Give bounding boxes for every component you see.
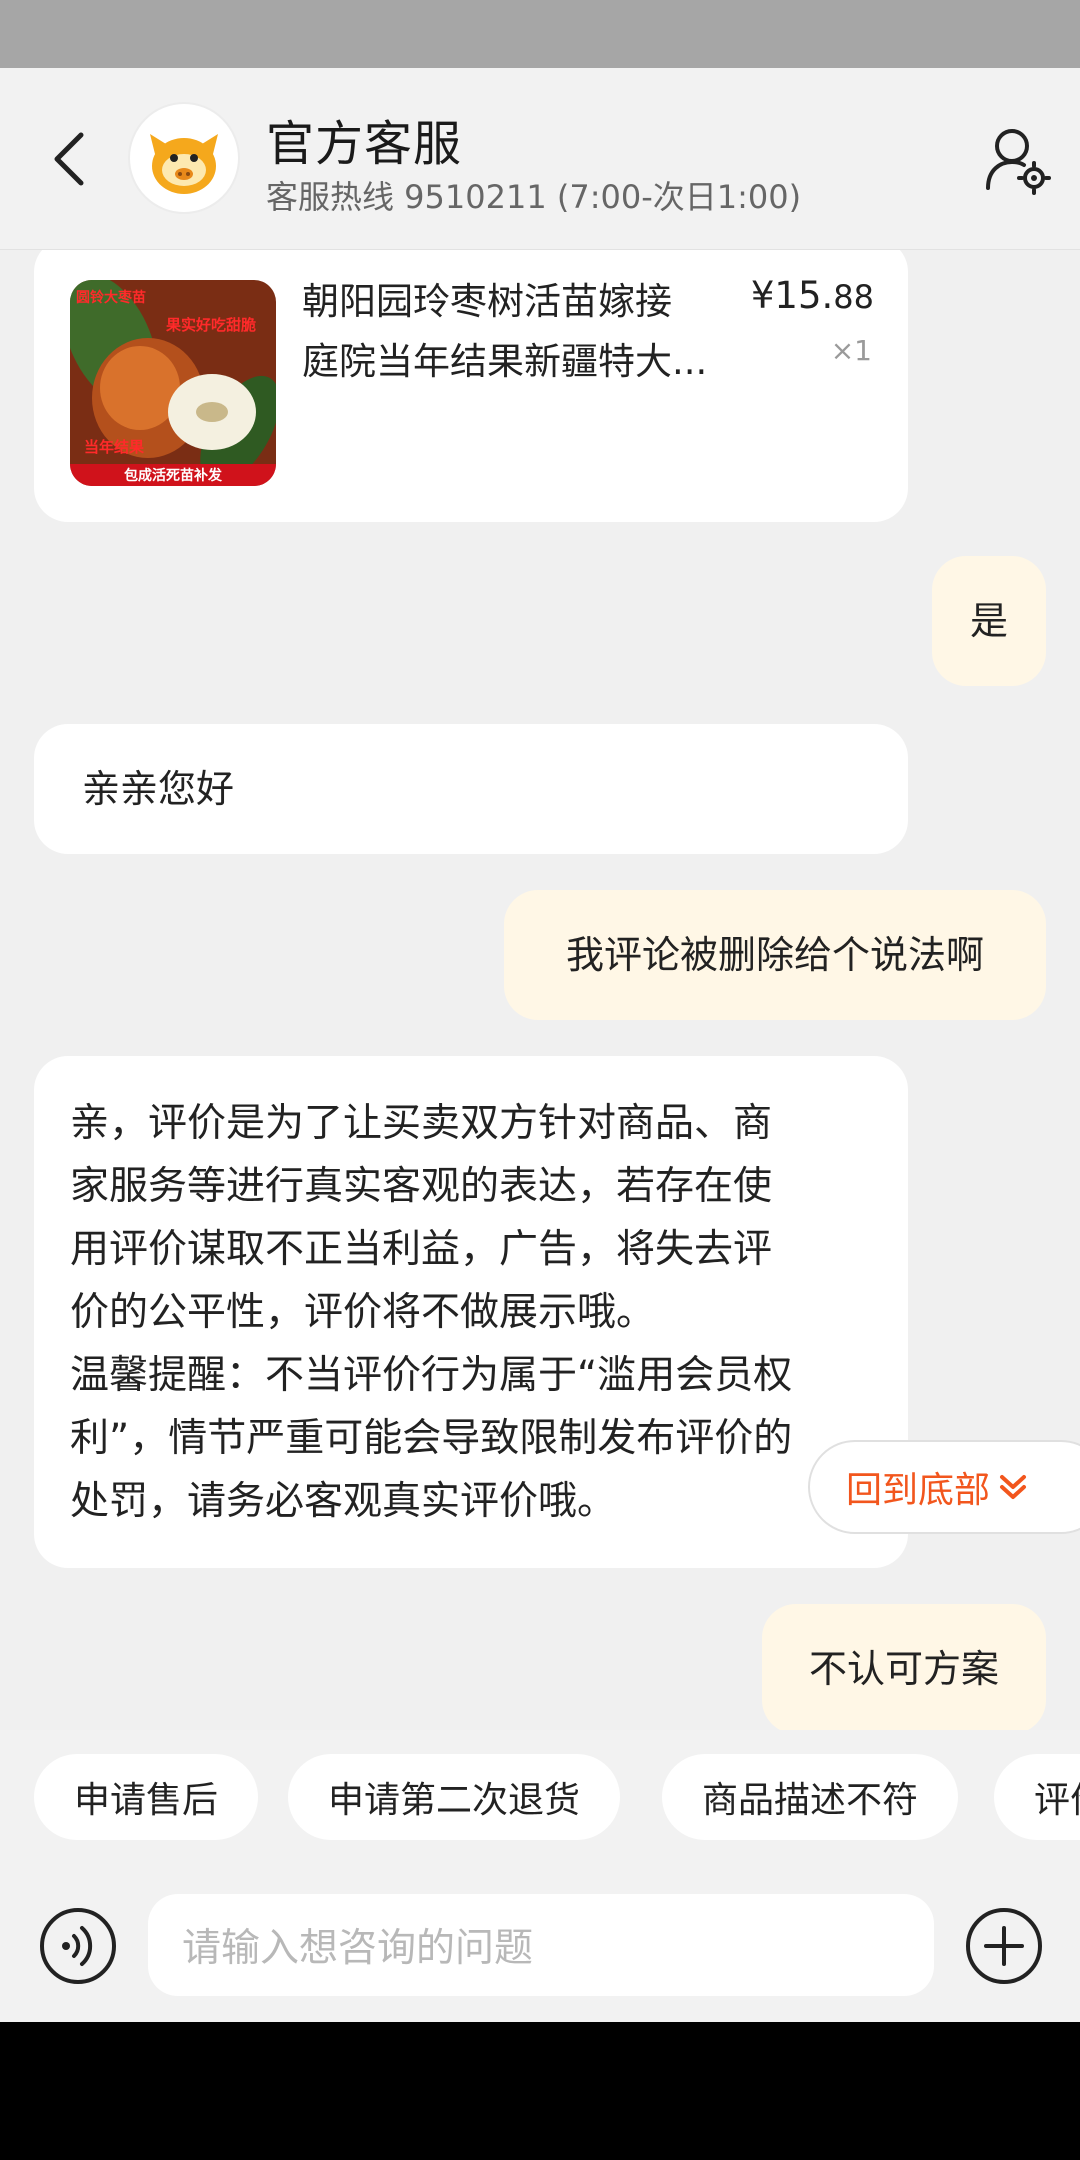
quick-reply-description-mismatch[interactable]: 商品描述不符: [662, 1754, 959, 1840]
quick-reply-after-sales[interactable]: 申请售后: [34, 1754, 259, 1840]
quick-reply-bar: 申请售后 申请第二次退货 商品描述不符 评价: [0, 1730, 1080, 1854]
voice-button[interactable]: [38, 1906, 118, 1986]
svg-text:圆铃大枣苗: 圆铃大枣苗: [76, 289, 146, 306]
svg-text:包成活死苗补发: 包成活死苗补发: [124, 467, 223, 484]
message-bubble-mine[interactable]: 是: [932, 556, 1046, 686]
user-settings-button[interactable]: [984, 124, 1052, 196]
add-button[interactable]: [964, 1906, 1044, 1986]
message-bubble-theirs[interactable]: 亲亲您好: [34, 724, 908, 854]
quick-reply-second-return[interactable]: 申请第二次退货: [288, 1754, 621, 1840]
page-title: 官方客服: [266, 116, 463, 172]
svg-text:果实好吃甜脆: 果实好吃甜脆: [165, 316, 256, 334]
system-nav-bar: [0, 2022, 1080, 2160]
message-input[interactable]: 请输入想咨询的问题: [148, 1894, 934, 1996]
svg-text:当年结果: 当年结果: [84, 438, 145, 456]
chat-header: 官方客服 客服热线 9510211 (7:00-次日1:00): [0, 68, 1080, 250]
product-card[interactable]: 包成活死苗补发 圆铃大枣苗 果实好吃甜脆 当年结果 朝阳园玲枣树活苗嫁接 庭院当…: [34, 250, 908, 522]
product-image[interactable]: 包成活死苗补发 圆铃大枣苗 果实好吃甜脆 当年结果: [70, 280, 276, 486]
status-bar: [0, 0, 1080, 68]
back-to-bottom-button[interactable]: 回到底部: [808, 1440, 1080, 1534]
product-quantity: ×1: [830, 334, 872, 367]
user-settings-icon: [986, 129, 1051, 195]
message-bubble-mine[interactable]: 我评论被删除给个说法啊: [504, 890, 1046, 1020]
mascot-logo-icon: [150, 134, 218, 194]
hotline-subtitle: 客服热线 9510211 (7:00-次日1:00): [266, 178, 802, 216]
back-button[interactable]: [40, 122, 96, 196]
quick-reply-review[interactable]: 评价: [994, 1754, 1080, 1840]
message-bubble-theirs[interactable]: 亲，评价是为了让买卖双方针对商品、商 家服务等进行真实客观的表达，若存在使 用评…: [34, 1056, 908, 1568]
product-price: ¥15.88: [750, 274, 874, 317]
message-bubble-mine[interactable]: 不认可方案: [762, 1604, 1046, 1730]
chevron-left-icon: [54, 132, 84, 186]
product-title[interactable]: 朝阳园玲枣树活苗嫁接 庭院当年结果新疆特大...: [302, 272, 742, 392]
voice-icon: [40, 1908, 116, 1984]
avatar: [128, 102, 240, 214]
input-bar: 请输入想咨询的问题: [0, 1854, 1080, 2022]
double-chevron-down-icon: [1000, 1475, 1027, 1499]
plus-icon: [966, 1908, 1042, 1984]
